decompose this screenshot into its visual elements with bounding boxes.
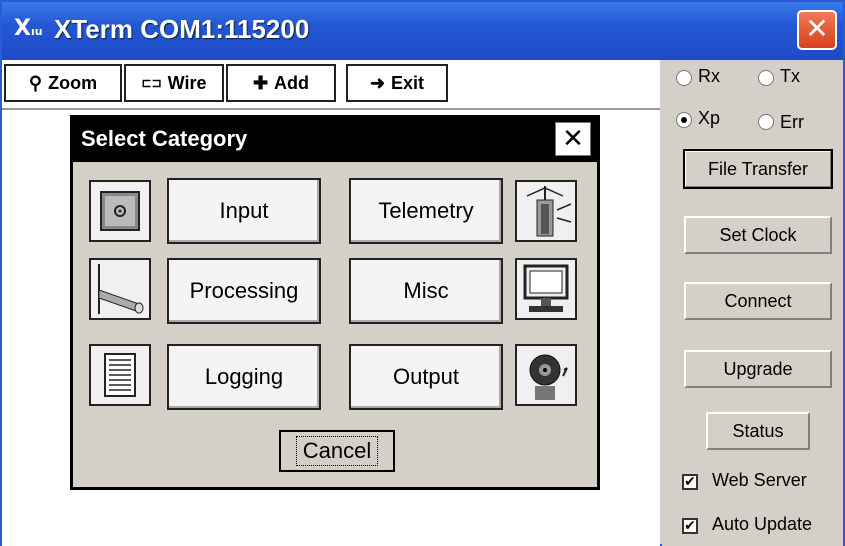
status-button[interactable]: Status	[706, 412, 810, 450]
cancel-label: Cancel	[295, 436, 379, 466]
dialog-header: Select Category ✕	[73, 118, 597, 162]
category-logging-button[interactable]: Logging	[167, 344, 321, 410]
web-server-checkbox[interactable]: ✔	[682, 474, 698, 490]
app-logo-icon: Xıu	[14, 16, 43, 41]
auto-update-label: Auto Update	[712, 514, 813, 534]
file-transfer-button[interactable]: File Transfer	[683, 149, 833, 189]
wire-label: Wire	[167, 72, 207, 93]
select-category-dialog: Select Category ✕ Input Telemetry Proces…	[70, 115, 600, 490]
arrow-right-icon: ➜	[369, 72, 386, 93]
category-output-button[interactable]: Output	[349, 344, 503, 410]
dialog-title: Select Category	[81, 126, 248, 151]
radio-tx-label: Tx	[780, 66, 800, 86]
toolbar: ⚲ Zoom ⊏⊐ Wire ✚ Add ➜ Exit	[2, 60, 660, 110]
set-clock-button[interactable]: Set Clock	[684, 216, 832, 254]
auto-update-checkbox[interactable]: ✔	[682, 518, 698, 534]
category-processing-button[interactable]: Processing	[167, 258, 321, 324]
radio-tx[interactable]	[758, 70, 774, 86]
exit-button[interactable]: ➜ Exit	[346, 64, 448, 102]
alarm-bell-icon	[515, 344, 577, 406]
log-sheet-icon	[89, 344, 151, 406]
radio-err[interactable]	[758, 114, 774, 130]
dialog-close-button[interactable]: ✕	[555, 122, 591, 156]
category-misc-button[interactable]: Misc	[349, 258, 503, 324]
processing-icon	[89, 258, 151, 320]
computer-monitor-icon	[515, 258, 577, 320]
radio-xp[interactable]	[676, 112, 692, 128]
input-device-icon	[89, 180, 151, 242]
add-button[interactable]: ✚ Add	[226, 64, 336, 102]
zoom-label: Zoom	[48, 72, 98, 93]
web-server-label: Web Server	[712, 470, 807, 490]
plus-icon: ✚	[252, 72, 269, 93]
radio-rx-label: Rx	[698, 66, 720, 86]
window-close-button[interactable]: ✕	[797, 10, 837, 50]
window-title: XTerm COM1:115200	[54, 14, 310, 44]
wire-button[interactable]: ⊏⊐ Wire	[124, 64, 224, 102]
control-panel: Rx Tx Xp Err File Transfer Set Clock Con…	[662, 60, 843, 546]
upgrade-button[interactable]: Upgrade	[684, 350, 832, 388]
radio-rx[interactable]	[676, 70, 692, 86]
add-label: Add	[274, 72, 310, 93]
connect-button[interactable]: Connect	[684, 282, 832, 320]
radio-err-label: Err	[780, 112, 804, 132]
exit-label: Exit	[391, 72, 425, 93]
zoom-button[interactable]: ⚲ Zoom	[4, 64, 122, 102]
telemetry-tower-icon	[515, 180, 577, 242]
cancel-button[interactable]: Cancel	[279, 430, 395, 472]
category-telemetry-button[interactable]: Telemetry	[349, 178, 503, 244]
category-input-button[interactable]: Input	[167, 178, 321, 244]
xterm-window: Xıu XTerm COM1:115200 ✕ ⚲ Zoom ⊏⊐ Wire ✚…	[0, 0, 845, 546]
search-icon: ⚲	[28, 72, 43, 93]
title-bar[interactable]: Xıu XTerm COM1:115200 ✕	[2, 2, 843, 60]
wire-icon: ⊏⊐	[141, 76, 162, 90]
radio-xp-label: Xp	[698, 108, 721, 128]
